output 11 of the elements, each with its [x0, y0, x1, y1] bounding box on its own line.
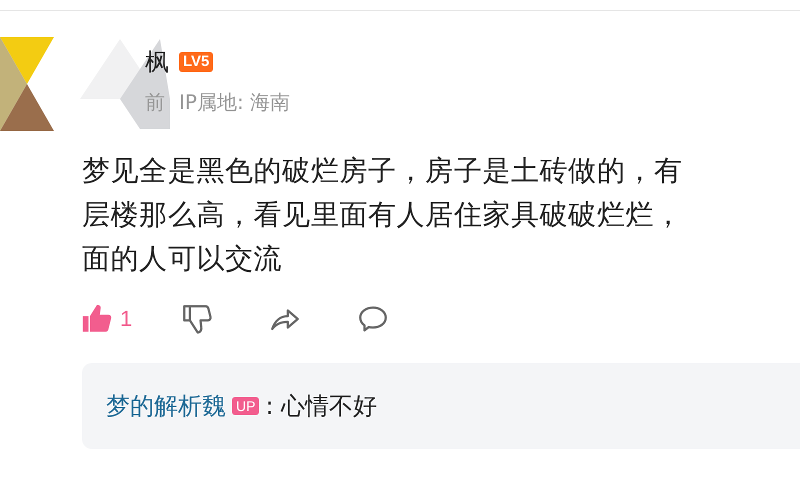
level-badge: LV5: [179, 52, 214, 72]
reply-author[interactable]: 梦的解析魏: [106, 390, 226, 422]
like-button[interactable]: 1: [80, 302, 162, 336]
avatar-icon: [0, 37, 54, 131]
comment-text: 梦见全是黑色的破烂房子，房子是土砖做的，有 层楼那么高，看见里面有人居住家具破破烂烂， 面的人可以交流: [82, 153, 684, 277]
thumbs-down-icon: [180, 302, 214, 336]
comment-time: 前: [145, 89, 165, 116]
up-badge: UP: [232, 397, 260, 415]
reply-text: : 心情不好: [265, 391, 378, 422]
ip-location: IP属地: 海南: [179, 89, 290, 116]
user-name[interactable]: 枫: [145, 46, 169, 78]
